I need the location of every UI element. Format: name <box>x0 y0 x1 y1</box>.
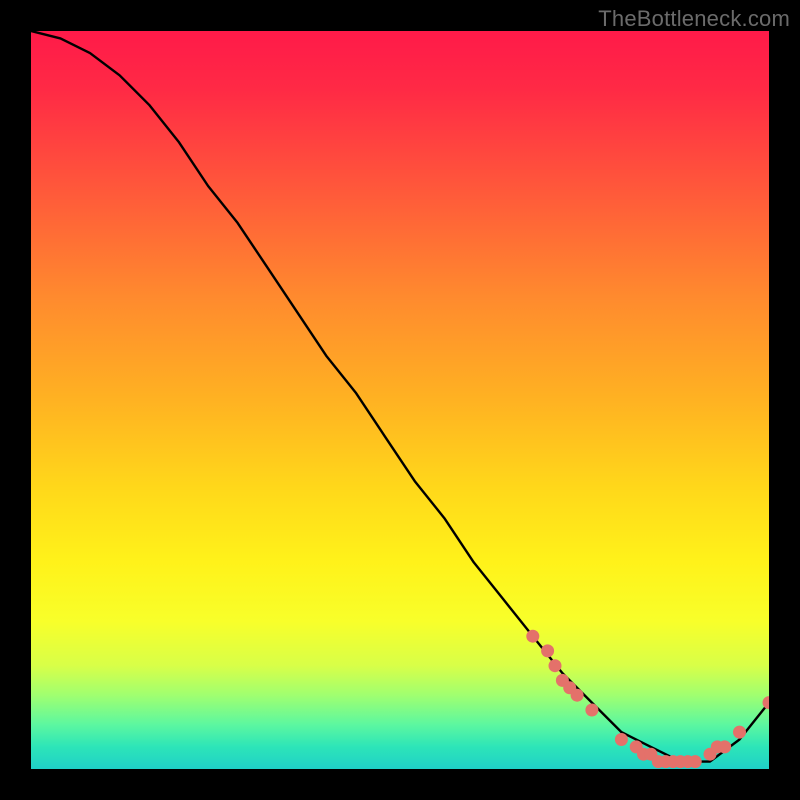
data-marker <box>571 689 584 702</box>
data-marker <box>615 733 628 746</box>
bottleneck-curve <box>31 31 769 762</box>
data-marker <box>718 740 731 753</box>
data-marker <box>763 696 770 709</box>
curve-layer <box>31 31 769 769</box>
watermark-text: TheBottleneck.com <box>598 6 790 32</box>
data-marker <box>541 644 554 657</box>
data-marker <box>585 704 598 717</box>
data-marker <box>733 726 746 739</box>
data-marker <box>549 659 562 672</box>
curve-markers <box>526 630 769 768</box>
data-marker <box>689 755 702 768</box>
plot-area <box>31 31 769 769</box>
chart-stage: TheBottleneck.com <box>0 0 800 800</box>
data-marker <box>526 630 539 643</box>
